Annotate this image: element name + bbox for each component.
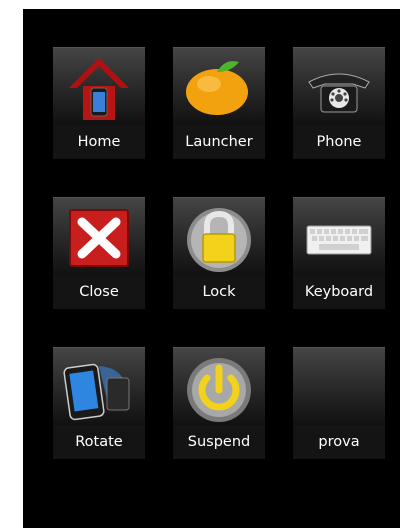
launcher-screen: Home Launcher Phone Close Lock Keyboard … (23, 9, 400, 528)
phone-tile[interactable]: Phone (293, 47, 385, 159)
home-tile[interactable]: Home (53, 47, 145, 159)
power-icon (187, 358, 251, 422)
close-label: Close (53, 275, 145, 309)
phone-label: Phone (293, 125, 385, 159)
home-icon-box (53, 47, 145, 126)
launcher-tile[interactable]: Launcher (173, 47, 265, 159)
suspend-icon-box (173, 347, 265, 426)
prova-label: prova (293, 425, 385, 459)
launcher-icon-box (173, 47, 265, 126)
home-label: Home (53, 125, 145, 159)
keyboard-icon (306, 225, 372, 255)
close-icon-box (53, 197, 145, 276)
prova-icon-box (293, 347, 385, 426)
lock-label: Lock (173, 275, 265, 309)
close-tile[interactable]: Close (53, 197, 145, 309)
phone-icon-box (293, 47, 385, 126)
keyboard-label: Keyboard (293, 275, 385, 309)
suspend-label: Suspend (173, 425, 265, 459)
lock-tile[interactable]: Lock (173, 197, 265, 309)
launcher-label: Launcher (173, 125, 265, 159)
house-phone-icon (69, 58, 129, 120)
suspend-tile[interactable]: Suspend (173, 347, 265, 459)
rotary-telephone-icon (308, 73, 370, 113)
lock-icon-box (173, 197, 265, 276)
keyboard-tile[interactable]: Keyboard (293, 197, 385, 309)
keyboard-icon-box (293, 197, 385, 276)
rotate-label: Rotate (53, 425, 145, 459)
prova-tile[interactable]: prova (293, 347, 385, 459)
rotate-device-icon (63, 363, 130, 421)
orange-fruit-icon (186, 61, 248, 115)
red-x-icon (69, 209, 129, 267)
rotate-icon-box (53, 347, 145, 426)
rotate-tile[interactable]: Rotate (53, 347, 145, 459)
padlock-icon (187, 208, 251, 272)
